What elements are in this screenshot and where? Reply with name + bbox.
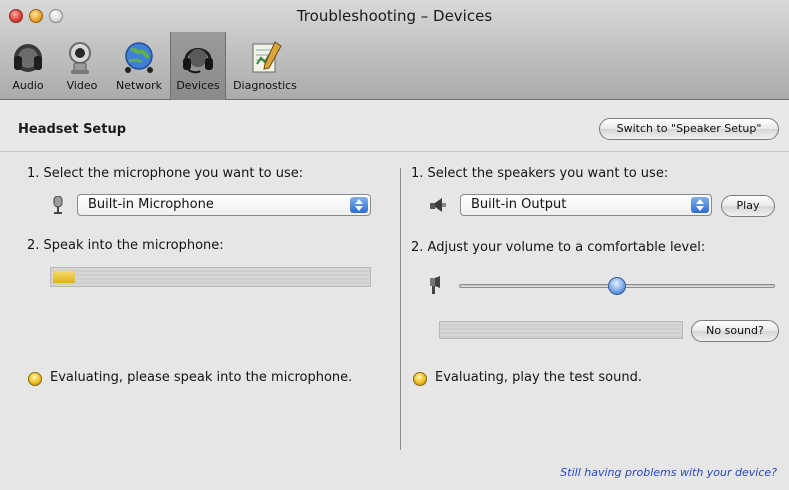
toolbar-item-audio[interactable]: Audio bbox=[0, 32, 56, 100]
toolbar-item-devices[interactable]: Devices bbox=[170, 32, 226, 100]
microphone-status: Evaluating, please speak into the microp… bbox=[28, 370, 398, 390]
speaker-icon bbox=[429, 197, 447, 213]
toolbar-label: Audio bbox=[12, 79, 44, 92]
select-microphone-label: 1. Select the microphone you want to use… bbox=[27, 166, 304, 181]
speaker-select-value: Built-in Output bbox=[471, 197, 567, 212]
status-indicator-icon bbox=[413, 372, 427, 386]
camera-icon bbox=[62, 38, 102, 76]
volume-low-icon bbox=[428, 276, 442, 294]
troubleshooting-window: Troubleshooting – Devices Audio Video Ne… bbox=[0, 0, 789, 490]
headphones-icon bbox=[8, 38, 48, 76]
toolbar-label: Network bbox=[116, 79, 162, 92]
popup-arrows-icon bbox=[691, 197, 709, 213]
toolbar-item-video[interactable]: Video bbox=[56, 32, 108, 100]
section-title: Headset Setup bbox=[18, 122, 127, 137]
no-sound-button[interactable]: No sound? bbox=[691, 320, 779, 342]
speakers-pane: 1. Select the speakers you want to use: … bbox=[401, 152, 789, 462]
play-button[interactable]: Play bbox=[721, 195, 775, 217]
microphone-icon bbox=[52, 195, 64, 214]
speaker-select[interactable]: Built-in Output bbox=[460, 194, 712, 216]
toolbar-item-diagnostics[interactable]: Diagnostics bbox=[226, 32, 304, 100]
section-header: Headset Setup Switch to "Speaker Setup" bbox=[0, 100, 789, 152]
switch-to-speaker-setup-button[interactable]: Switch to "Speaker Setup" bbox=[599, 118, 779, 140]
popup-arrows-icon bbox=[350, 197, 368, 213]
toolbar-label: Diagnostics bbox=[233, 79, 297, 92]
toolbar-item-network[interactable]: Network bbox=[108, 32, 170, 100]
speaker-status-text: Evaluating, play the test sound. bbox=[435, 370, 642, 385]
microphone-pane: 1. Select the microphone you want to use… bbox=[0, 152, 400, 462]
microphone-select-value: Built-in Microphone bbox=[88, 197, 214, 212]
microphone-level-fill bbox=[53, 271, 75, 283]
adjust-volume-label: 2. Adjust your volume to a comfortable l… bbox=[411, 240, 706, 255]
toolbar-label: Video bbox=[66, 79, 98, 92]
microphone-status-text: Evaluating, please speak into the microp… bbox=[50, 370, 353, 385]
title-bar: Troubleshooting – Devices bbox=[0, 0, 789, 32]
output-level-meter bbox=[439, 321, 683, 339]
help-link[interactable]: Still having problems with your device? bbox=[560, 466, 777, 479]
notepad-pencil-icon bbox=[245, 38, 285, 76]
headset-icon bbox=[178, 38, 218, 76]
microphone-select[interactable]: Built-in Microphone bbox=[77, 194, 371, 216]
window-title: Troubleshooting – Devices bbox=[296, 7, 493, 25]
speaker-status: Evaluating, play the test sound. bbox=[413, 370, 783, 390]
microphone-level-meter bbox=[50, 267, 371, 287]
globe-network-icon bbox=[119, 38, 159, 76]
window-chrome: Troubleshooting – Devices Audio Video Ne… bbox=[0, 0, 789, 100]
toolbar: Audio Video Network Devices Diagnostics bbox=[0, 32, 789, 100]
select-speakers-label: 1. Select the speakers you want to use: bbox=[411, 166, 669, 181]
toolbar-label: Devices bbox=[176, 79, 220, 92]
volume-slider-knob[interactable] bbox=[608, 277, 626, 295]
status-indicator-icon bbox=[28, 372, 42, 386]
speak-into-microphone-label: 2. Speak into the microphone: bbox=[27, 238, 224, 253]
